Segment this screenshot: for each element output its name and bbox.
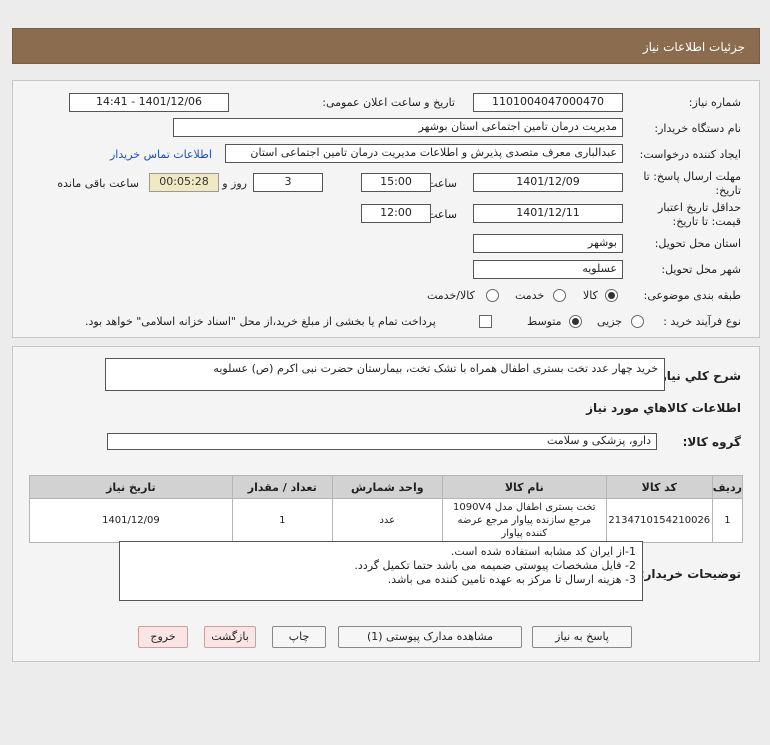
remaining-time-field: 00:05:28 — [149, 173, 219, 192]
buyer-note-line-1: 1-از ایران کد مشابه استفاده شده است. — [450, 545, 636, 558]
treasury-note: پرداخت تمام یا بخشی از مبلغ خرید،از محل … — [85, 315, 436, 328]
col-code: کد کالا — [605, 475, 713, 499]
col-qty: تعداد / مقدار — [231, 475, 333, 499]
city-field: عسلویه — [473, 260, 623, 279]
category-radio-goods-service[interactable] — [486, 289, 499, 302]
cell-qty: 1 — [231, 498, 333, 543]
announce-label: تاریخ و ساعت اعلان عمومی: — [322, 96, 455, 109]
buyer-notes-label: توضیحات خریدار: — [639, 567, 741, 581]
deadline-date-field: 1401/12/09 — [473, 173, 623, 192]
summary-field: خرید چهار عدد تخت بستری اطفال همراه با ت… — [105, 358, 665, 391]
reply-button[interactable]: پاسخ به نیاز — [532, 626, 632, 648]
col-row: ردیف — [711, 475, 744, 499]
need-number-field: 1101004047000470 — [473, 93, 623, 112]
city-label: شهر محل تحویل: — [661, 263, 741, 276]
buyer-contact-link[interactable]: اطلاعات تماس خریدار — [110, 148, 212, 161]
province-label: استان محل تحویل: — [654, 237, 741, 250]
validity-label: حداقل تاریخ اعتبار قیمت: تا تاریخ: — [657, 201, 741, 228]
deadline-time-field: 15:00 — [361, 173, 431, 192]
process-label: نوع فرآیند خرید : — [663, 315, 741, 328]
province-field: بوشهر — [473, 234, 623, 253]
deadline-label: مهلت ارسال پاسخ: تا تاریخ: — [643, 170, 741, 197]
page-header: جزئیات اطلاعات نیاز — [12, 28, 760, 64]
category-goods-label: کالا — [583, 289, 598, 302]
cell-unit: عدد — [331, 498, 443, 543]
category-radio-goods[interactable] — [605, 289, 618, 302]
validity-time-field: 12:00 — [361, 204, 431, 223]
col-date: تاریخ نیاز — [29, 475, 233, 499]
col-name: نام کالا — [441, 475, 607, 499]
validity-time-label: ساعت — [427, 208, 457, 221]
process-medium-label: متوسط — [527, 315, 562, 328]
days-label: روز و — [222, 177, 247, 190]
cell-name: تخت بستری اطفال مدل 1090V4 مرجع سازنده پ… — [441, 498, 607, 543]
creator-label: ایجاد کننده درخواست: — [639, 148, 741, 161]
cell-code: 2134710154210026 — [605, 498, 713, 543]
goods-group-field: دارو، پزشکی و سلامت — [107, 433, 657, 450]
summary-label: شرح کلي نياز: — [655, 369, 741, 383]
deadline-time-label: ساعت — [427, 177, 457, 190]
buyer-notes-box: 1-از ایران کد مشابه استفاده شده است. 2- … — [119, 541, 643, 601]
back-button[interactable]: بازگشت — [204, 626, 256, 648]
days-field: 3 — [253, 173, 323, 192]
category-service-label: خدمت — [515, 289, 545, 302]
goods-group-label: گروه کالا: — [682, 435, 741, 449]
exit-button[interactable]: خروج — [138, 626, 188, 648]
announce-field: 1401/12/06 - 14:41 — [69, 93, 229, 112]
goods-section-title: اطلاعات کالاهاي مورد نياز — [586, 401, 741, 415]
goods-panel: شرح کلي نياز: خرید چهار عدد تخت بستری اط… — [12, 346, 760, 662]
table-row: 1 2134710154210026 تخت بستری اطفال مدل 1… — [29, 498, 744, 543]
process-radio-minor[interactable] — [631, 315, 644, 328]
process-radio-medium[interactable] — [569, 315, 582, 328]
col-unit: واحد شمارش — [331, 475, 443, 499]
cell-date: 1401/12/09 — [29, 498, 233, 543]
category-label: طبقه بندی موضوعی: — [643, 289, 741, 302]
goods-table: ردیف کد کالا نام کالا واحد شمارش تعداد /… — [29, 475, 744, 543]
buyer-note-line-2: 2- فایل مشخصات پیوستی ضمیمه می باشد حتما… — [354, 559, 636, 572]
buyer-label: نام دستگاه خریدار: — [654, 122, 741, 135]
treasury-checkbox[interactable] — [479, 315, 492, 328]
category-radio-service[interactable] — [553, 289, 566, 302]
page-title: جزئیات اطلاعات نیاز — [642, 40, 745, 54]
validity-date-field: 1401/12/11 — [473, 204, 623, 223]
process-minor-label: جزیی — [597, 315, 623, 328]
category-goods-service-label: کالا/خدمت — [427, 289, 475, 302]
cell-row: 1 — [711, 498, 744, 543]
buyer-note-line-3: 3- هزینه ارسال تا مرکز به عهده تامین کنن… — [387, 573, 636, 586]
creator-field: عبدالباری معرف متصدی پذیرش و اطلاعات مدی… — [225, 144, 623, 163]
print-button[interactable]: چاپ — [272, 626, 326, 648]
need-number-label: شماره نیاز: — [688, 96, 741, 109]
need-details-panel: شماره نیاز: 1101004047000470 تاریخ و ساع… — [12, 80, 760, 338]
attachments-button[interactable]: مشاهده مدارک پیوستی (1) — [338, 626, 522, 648]
buyer-field: مدیریت درمان تامین اجتماعی استان بوشهر — [173, 118, 623, 137]
remaining-label: ساعت باقی مانده — [57, 177, 139, 190]
